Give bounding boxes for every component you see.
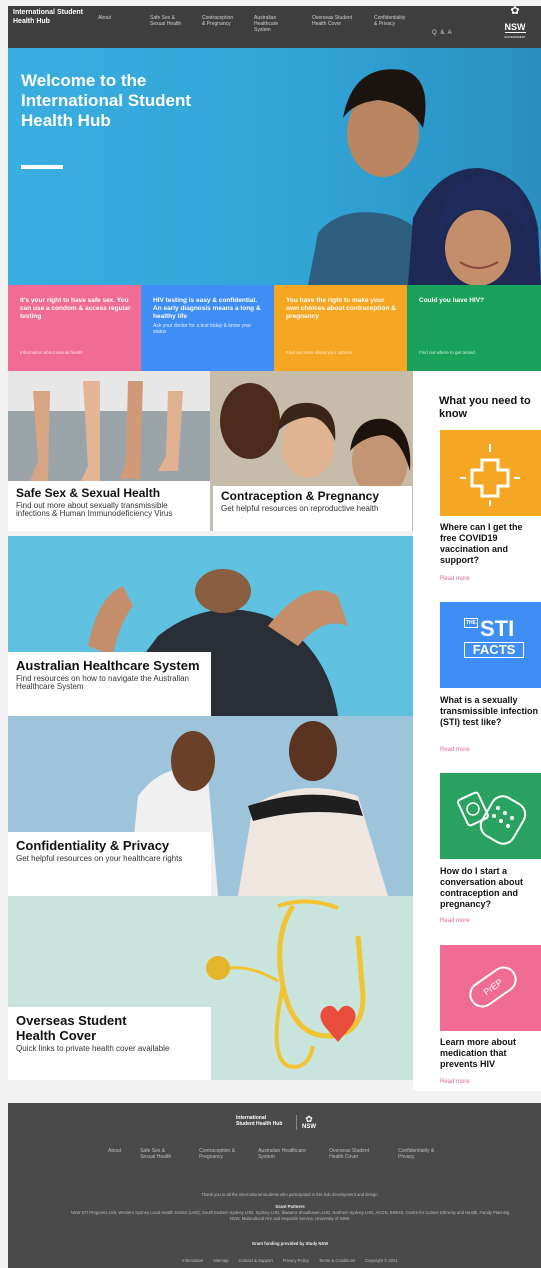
read-more-link[interactable]: Read more [440, 918, 470, 924]
footer-link[interactable]: Copyright © 2021 [365, 1258, 398, 1264]
footer-nav-confidentiality[interactable]: Confidentiality & Privacy [398, 1148, 440, 1160]
thumb-prep[interactable]: PrEP [440, 945, 541, 1031]
footer-link[interactable]: Privacy Policy [283, 1258, 309, 1264]
nav-item-contraception[interactable]: Contraception & Pregnancy [202, 15, 236, 37]
card-title-box: Australian Healthcare System Find resour… [8, 652, 211, 716]
hero-accent-bar [21, 165, 63, 169]
footer-link[interactable]: Contact & Support [239, 1258, 273, 1264]
sidebar-question[interactable]: How do I start a conversation about cont… [440, 866, 540, 910]
card-title-box: Overseas Student Health Cover Quick link… [8, 1007, 211, 1080]
footer-link[interactable]: Terms & Conditions [319, 1258, 355, 1264]
nav-item-confidentiality[interactable]: Confidentiality & Privacy [374, 15, 408, 37]
prep-label: PrEP [482, 977, 505, 997]
hero-title: Welcome to the International Student Hea… [21, 71, 191, 130]
nsw-government-logo[interactable]: ✿ NSW GOVERNMENT [501, 5, 529, 40]
footer-nav: About Safe Sex & Sexual Health Contracep… [108, 1148, 459, 1160]
tile-link[interactable]: Find out more about your options [286, 350, 352, 355]
card-title-box: Confidentiality & Privacy Get helpful re… [8, 832, 211, 896]
tile-link[interactable]: Information about sexual health [20, 350, 83, 355]
sti-facts-icon: THE STI FACTS [464, 618, 524, 658]
footer-grant-text: NSW STI Programs Unit, Western Sydney Lo… [70, 1210, 510, 1221]
footer-nav-about[interactable]: About [108, 1148, 121, 1160]
main-nav: About Safe Sex & Sexual Health Contracep… [98, 15, 426, 37]
card-title-box: Safe Sex & Sexual Health Find out more a… [8, 481, 211, 531]
sidebar-heading: What you need to know [439, 395, 531, 420]
card-title-box: Contraception & Pregnancy Get helpful re… [213, 486, 412, 531]
footer-links: Information Sitemap Contact & Support Pr… [70, 1258, 510, 1264]
thumb-covid[interactable] [440, 430, 541, 516]
info-tile-safe-sex[interactable]: It's your right to have safe sex. You ca… [8, 285, 141, 371]
footer-nav-healthcare[interactable]: Australian Healthcare System [258, 1148, 310, 1160]
footer-logo[interactable]: International Student Health Hub [236, 1115, 284, 1127]
sidebar-question[interactable]: Learn more about medication that prevent… [440, 1037, 540, 1070]
site-logo[interactable]: International Student Health Hub [13, 8, 83, 26]
thumb-sti[interactable]: THE STI FACTS [440, 602, 541, 688]
footer-nsw-logo[interactable]: ✿ NSW [296, 1115, 318, 1130]
tile-link[interactable]: Find out where to get tested [419, 350, 475, 355]
footer-link[interactable]: Sitemap [213, 1258, 228, 1264]
contraceptive-icon [457, 791, 527, 845]
waratah-icon: ✿ [305, 1114, 313, 1124]
nav-item-about[interactable]: About [98, 15, 132, 37]
nav-item-oshc[interactable]: Overseas Student Health Cover [312, 15, 356, 37]
nav-item-safe-sex[interactable]: Safe Sex & Sexual Health [150, 15, 184, 37]
read-more-link[interactable]: Read more [440, 747, 470, 753]
sidebar-question[interactable]: Where can I get the free COVID19 vaccina… [440, 522, 540, 566]
covid-cross-icon [460, 444, 520, 506]
footer-grant-heading: Grant Partners [275, 1204, 305, 1209]
footer-thanks: Thank you to all the international stude… [201, 1192, 379, 1197]
info-tile-contraception[interactable]: You have the right to make your own choi… [274, 285, 407, 371]
footer-link[interactable]: Information [182, 1258, 203, 1264]
footer-nav-contraception[interactable]: Contraception & Pregnancy [199, 1148, 239, 1160]
footer-funding: Grant funding provided by Study NSW [251, 1241, 329, 1246]
prep-pill-icon: PrEP [469, 966, 517, 1008]
footer-nav-safe-sex[interactable]: Safe Sex & Sexual Health [140, 1148, 180, 1160]
sidebar-question[interactable]: What is a sexually transmissible infecti… [440, 695, 540, 728]
nav-item-qa[interactable]: Q & A [432, 30, 453, 36]
info-tile-hiv-testing[interactable]: HIV testing is easy & confidential. An e… [141, 285, 274, 371]
read-more-link[interactable]: Read more [440, 576, 470, 582]
nav-item-healthcare[interactable]: Australian Healthcare System [254, 15, 294, 37]
info-tile-hiv[interactable]: Could you have HIV? Find out where to ge… [407, 285, 541, 371]
thumb-contraception[interactable] [440, 773, 541, 859]
read-more-link[interactable]: Read more [440, 1079, 470, 1085]
footer-nav-oshc[interactable]: Overseas Student Health Cover [329, 1148, 379, 1160]
waratah-icon: ✿ [510, 5, 520, 17]
